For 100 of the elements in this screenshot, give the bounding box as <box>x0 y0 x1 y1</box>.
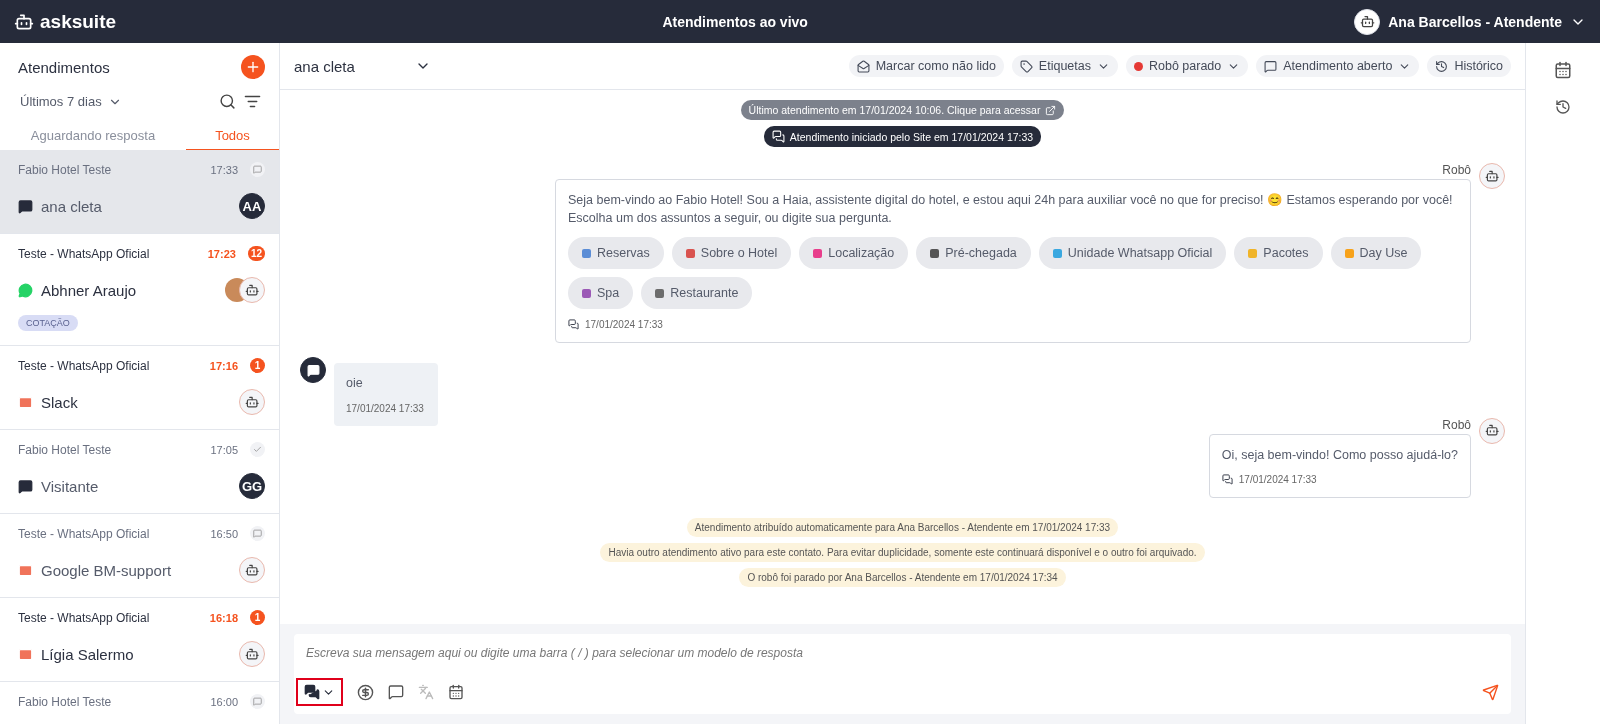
robot-avatar <box>239 557 265 583</box>
unread-count: 12 <box>247 246 265 261</box>
message-icon <box>250 526 265 541</box>
quick-reply-chip[interactable]: Unidade Whatsapp Oficial <box>1038 237 1227 269</box>
history-icon <box>1435 59 1449 73</box>
author-name: Robô <box>1442 163 1471 177</box>
message-time: 17/01/2024 17:33 <box>1238 474 1317 485</box>
quick-reply-chip[interactable]: Reservas <box>568 237 664 269</box>
user-avatar <box>300 357 326 383</box>
message-time: 16:50 <box>210 527 238 540</box>
system-message: Atendimento atribuído automaticamente para Ana Barcellos - Atendente em 17/01/2024 17:33 <box>686 518 1119 537</box>
inbox-name: Teste - WhatsApp Oficial <box>18 526 150 541</box>
inbox-name: Teste - WhatsApp Oficial <box>18 246 150 261</box>
contact-name: Visitante <box>41 477 99 495</box>
quick-reply-chip[interactable]: Pacotes <box>1234 237 1323 269</box>
message-time: 16:18 <box>209 611 238 624</box>
search-icon[interactable] <box>219 93 236 110</box>
message-text: Oi, seja bem-vindo! Como posso ajudá-lo? <box>1221 446 1458 464</box>
message-time: 17:23 <box>207 247 236 260</box>
chat-icon <box>1221 474 1233 485</box>
message-field[interactable]: Escreva sua mensagem aqui ou digite uma barra ( / ) para selecionar um modelo de resposta <box>294 634 1511 714</box>
channel-selector[interactable] <box>296 678 343 706</box>
toolbar-button[interactable]: Marcar como não lido <box>848 55 1004 77</box>
system-message: Havia outro atendimento ativo para este contato. Para evitar duplicidade, somente este continuará disponível e o outro foi arquivado. <box>600 543 1205 562</box>
send-icon[interactable] <box>1482 683 1499 701</box>
message-time: 17:33 <box>210 163 238 176</box>
message-time: 17/01/2024 17:33 <box>346 402 425 414</box>
logo-text: asksuite <box>40 10 117 33</box>
robot-avatar <box>239 277 265 303</box>
envelope-icon <box>18 562 33 578</box>
contact-name: ana cleta <box>41 197 102 215</box>
message-input[interactable]: Escreva sua mensagem aqui ou digite uma barra ( / ) para selecionar um modelo de resposta <box>306 642 1499 664</box>
unread-count: 1 <box>250 610 265 625</box>
author-name: Robô <box>1442 417 1471 432</box>
message-icon <box>250 694 265 709</box>
status-dot <box>1134 61 1143 71</box>
robot-avatar <box>1354 8 1381 35</box>
tag-icon <box>1019 59 1033 73</box>
robot-avatar <box>239 641 265 667</box>
message-icon <box>250 162 265 177</box>
toolbar-button[interactable]: Atendimento aberto <box>1256 55 1420 77</box>
inbox-name: Fabio Hotel Teste <box>18 694 112 709</box>
tag-label: COTAÇÃO <box>18 315 78 331</box>
contact-name: Lígia Salermo <box>41 645 134 663</box>
notice-text: Último atendimento em 17/01/2024 10:06. Clique para acessar <box>748 104 1041 116</box>
envelope-icon <box>18 394 33 410</box>
external-link-icon <box>1045 104 1057 116</box>
chat-icon <box>568 319 579 330</box>
toolbar-button[interactable]: Etiquetas <box>1011 55 1118 77</box>
system-message: O robô foi parado por Ana Barcellos - Atendente em 17/01/2024 17:34 <box>739 568 1066 587</box>
period-dropdown[interactable]: Últimos 7 dias <box>20 94 122 109</box>
contact-name: Google BM-support <box>41 561 172 579</box>
quick-reply-chip[interactable]: Localização <box>799 237 909 269</box>
message-time: 16:00 <box>210 695 238 708</box>
notice-pill[interactable]: Último atendimento em 17/01/2024 10:06. Clique para acessar <box>740 100 1065 120</box>
chat-icon <box>18 198 33 214</box>
add-button[interactable] <box>241 55 265 79</box>
quick-reply-chip[interactable]: Day Use <box>1330 237 1422 269</box>
toolbar-button[interactable]: Robô parado <box>1126 55 1249 77</box>
message-icon[interactable] <box>388 684 404 700</box>
whatsapp-icon <box>18 282 33 298</box>
chat-icon <box>18 478 33 494</box>
chat-icon <box>304 684 320 700</box>
inbox-name: Fabio Hotel Teste <box>18 162 112 177</box>
filter-icon[interactable] <box>244 93 261 110</box>
plus-icon <box>245 59 261 75</box>
quick-reply-chip[interactable]: Pré-chegada <box>916 237 1031 269</box>
contact-name: Slack <box>41 393 78 411</box>
message-time: 17:16 <box>209 359 238 372</box>
quick-reply-chip[interactable]: Spa <box>568 277 634 309</box>
inbox-name: Teste - WhatsApp Oficial <box>18 610 150 625</box>
calendar-icon[interactable] <box>448 684 464 700</box>
inbox-name: Fabio Hotel Teste <box>18 442 112 457</box>
message-time: 17:05 <box>210 443 238 456</box>
contact-dropdown[interactable]: ana cleta <box>294 57 431 75</box>
calendar-icon[interactable] <box>1554 61 1572 79</box>
envelope-icon <box>18 646 33 662</box>
page-title: Atendimentos ao vivo <box>662 13 808 30</box>
robot-avatar <box>239 389 265 415</box>
dollar-icon[interactable] <box>357 683 374 701</box>
check-icon <box>250 442 265 457</box>
quick-reply-chip[interactable]: Restaurante <box>641 277 753 309</box>
user-name: Ana Barcellos - Atendente <box>1388 13 1562 30</box>
history-icon[interactable] <box>1555 99 1571 115</box>
message-text: Seja bem-vindo ao Fabio Hotel! Sou a Haia, assistente digital do hotel, e estou aqui 24h para auxiliar você no que for preciso! 😊 Estamos esperando por você! Escolha um dos assuntos a seguir, ou digite sua pergunta. <box>568 192 1454 227</box>
conversation-item[interactable]: Fabio Hotel Teste 17:33 ana cleta AA <box>0 150 279 234</box>
initials-avatar: AA <box>239 193 265 219</box>
unread-count: 1 <box>250 358 265 373</box>
chat-icon <box>771 130 785 143</box>
initials-avatar: GG <box>239 473 265 499</box>
message-text: oie <box>346 375 364 392</box>
robot-avatar <box>1479 163 1505 189</box>
inbox-name: Teste - WhatsApp Oficial <box>18 358 150 373</box>
quick-reply-chip[interactable]: Sobre o Hotel <box>671 237 792 269</box>
message-time: 17/01/2024 17:33 <box>585 319 663 330</box>
envelope-icon <box>856 59 870 73</box>
message-icon <box>1264 59 1278 73</box>
toolbar-button[interactable]: Histórico <box>1427 55 1511 77</box>
contact-name: Abhner Araujo <box>41 281 137 299</box>
panel-title: Atendimentos <box>18 58 110 76</box>
